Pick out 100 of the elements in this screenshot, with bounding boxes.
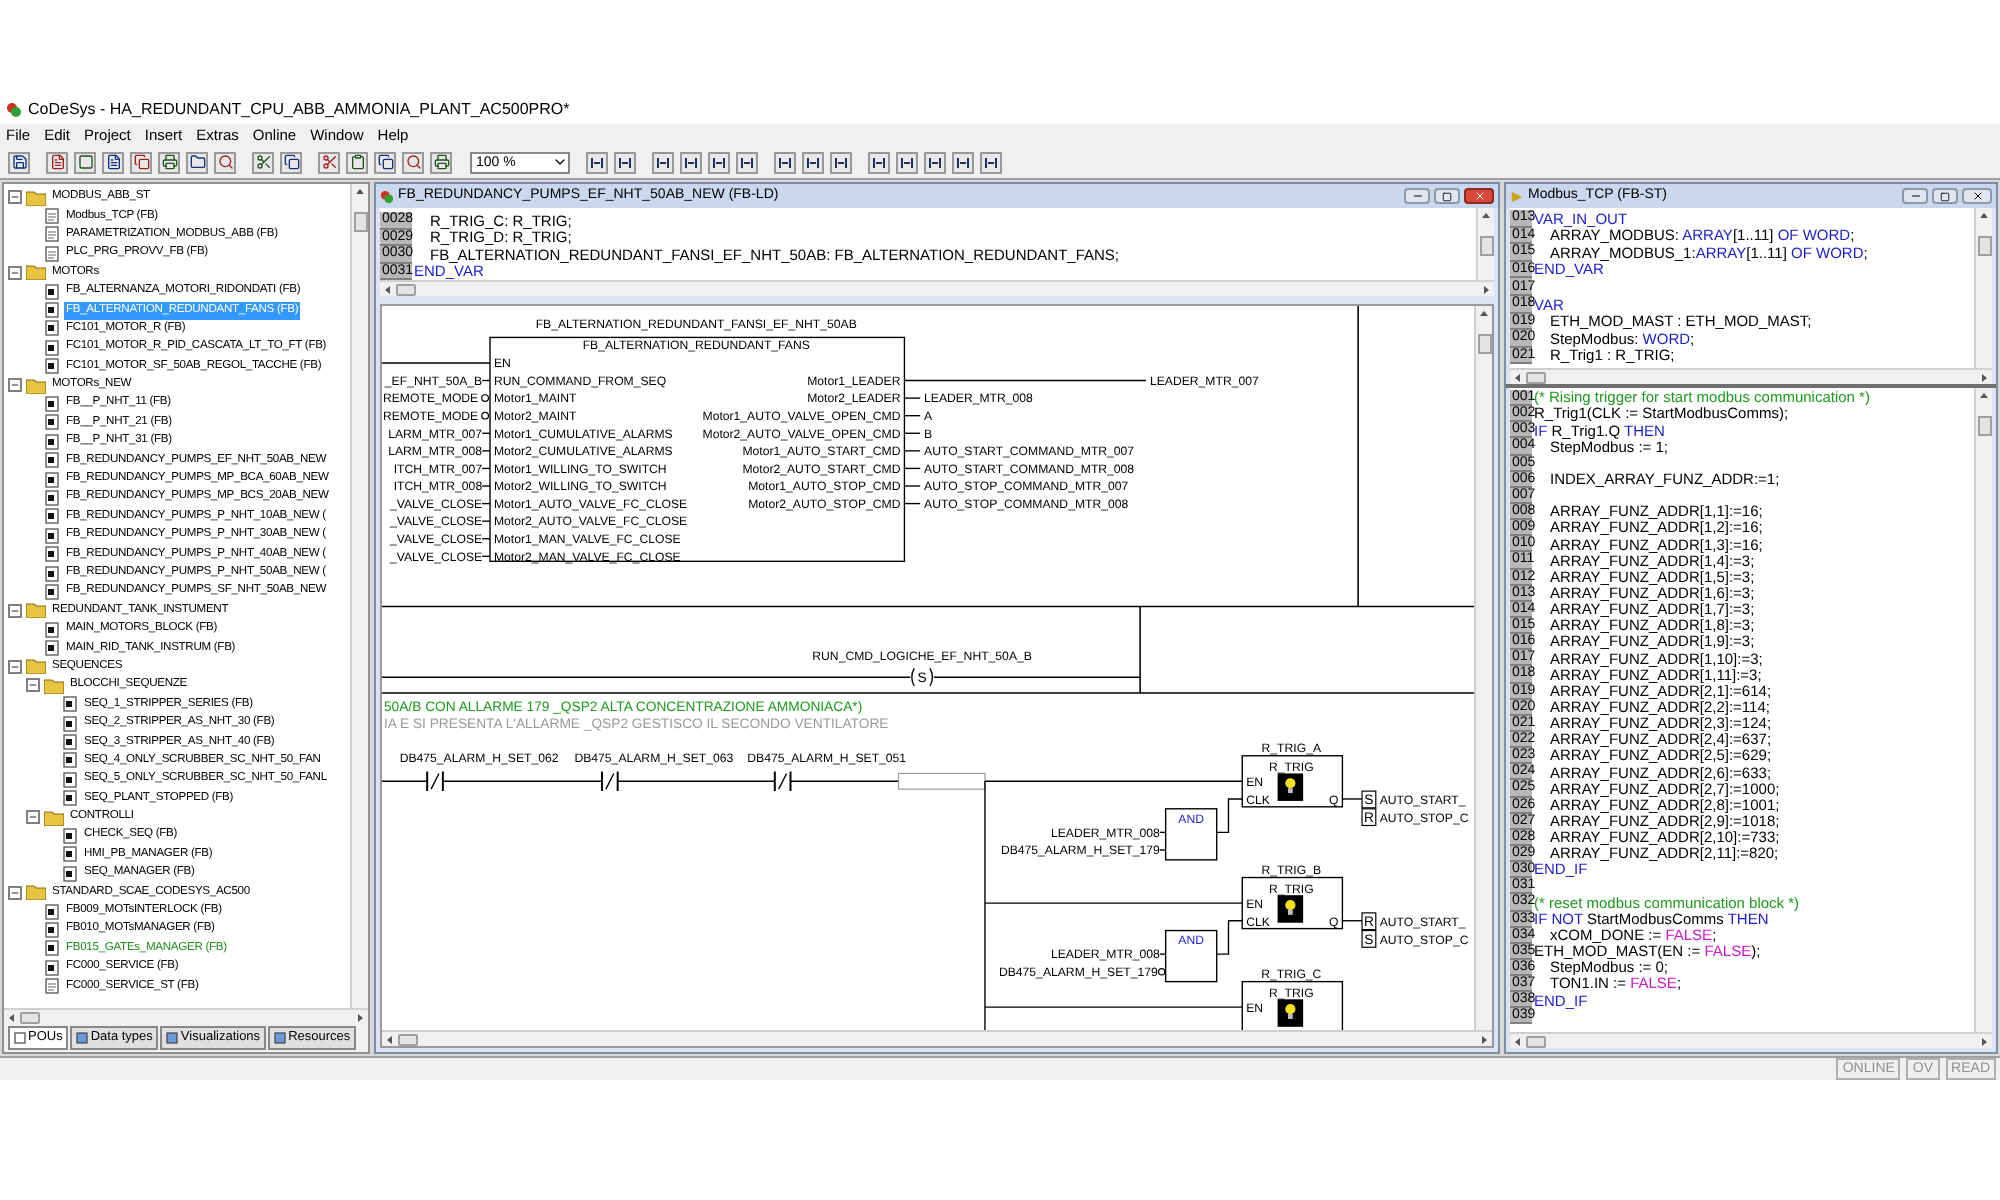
toolbar-icon[interactable] bbox=[102, 151, 124, 173]
wire bbox=[481, 538, 491, 540]
toolbar-icon[interactable] bbox=[980, 151, 1002, 173]
scrollbar-thumb[interactable] bbox=[1479, 236, 1493, 256]
scrollbar-thumb[interactable] bbox=[1526, 1035, 1546, 1047]
wire bbox=[1341, 920, 1363, 922]
wire bbox=[481, 450, 491, 452]
collapse-icon[interactable] bbox=[8, 190, 22, 205]
wire bbox=[481, 485, 491, 487]
restore-icon bbox=[1442, 191, 1452, 201]
toolbar-icon[interactable] bbox=[708, 151, 730, 173]
tab-icon bbox=[14, 1032, 26, 1044]
wire bbox=[1159, 831, 1167, 834]
tab-icon bbox=[166, 1032, 179, 1044]
wire bbox=[481, 555, 491, 557]
toolbar-icon[interactable] bbox=[652, 151, 674, 173]
wire bbox=[481, 467, 491, 470]
selection-frame bbox=[897, 772, 986, 790]
wire bbox=[382, 362, 491, 364]
scroll-up-icon[interactable] bbox=[354, 186, 366, 198]
and-gate bbox=[1164, 808, 1218, 861]
close-button[interactable] bbox=[1962, 188, 1992, 204]
toolbar-icon[interactable] bbox=[158, 151, 180, 173]
toolbar-icon[interactable] bbox=[896, 151, 918, 173]
wire bbox=[481, 432, 491, 434]
toolbar-icon[interactable] bbox=[614, 151, 636, 173]
scrollbar-thumb[interactable] bbox=[1526, 371, 1546, 383]
toolbar-icon[interactable] bbox=[924, 151, 946, 173]
restore-icon bbox=[1940, 191, 1950, 201]
toolbar-icon[interactable] bbox=[130, 151, 152, 173]
collapse-icon[interactable] bbox=[26, 678, 40, 693]
minimize-button[interactable] bbox=[1902, 188, 1928, 204]
folder-icon bbox=[26, 377, 46, 394]
collapse-icon[interactable] bbox=[26, 810, 40, 825]
wire bbox=[1216, 798, 1243, 834]
toolbar-icon[interactable] bbox=[346, 151, 368, 173]
and-gate bbox=[1164, 929, 1218, 983]
app-icon bbox=[380, 189, 394, 203]
lightbulb-icon bbox=[1277, 773, 1304, 801]
toolbar-icon[interactable] bbox=[868, 151, 890, 173]
scrollbar-thumb[interactable] bbox=[1977, 236, 1991, 256]
folder-icon bbox=[26, 189, 46, 206]
scroll-up-icon[interactable] bbox=[1478, 308, 1490, 320]
window-title: CoDeSys - HA_REDUNDANT_CPU_ABB_AMMONIA_PLANT_AC500PRO* bbox=[28, 98, 570, 122]
toolbar-icon[interactable] bbox=[802, 151, 824, 173]
scroll-left-icon[interactable] bbox=[384, 1033, 396, 1045]
folder-icon bbox=[26, 884, 46, 901]
folder-icon bbox=[44, 809, 64, 826]
collapse-icon[interactable] bbox=[8, 378, 22, 393]
lightbulb-icon bbox=[1277, 999, 1304, 1027]
restore-button[interactable] bbox=[1434, 188, 1460, 204]
toolbar-icon[interactable] bbox=[46, 151, 68, 173]
minimize-icon bbox=[1411, 190, 1423, 202]
close-icon bbox=[1473, 190, 1485, 202]
toolbar-icon[interactable] bbox=[402, 151, 424, 173]
toolbar-icon[interactable] bbox=[318, 151, 340, 173]
minimize-icon bbox=[1909, 190, 1921, 202]
toolbar-icon[interactable] bbox=[680, 151, 702, 173]
collapse-icon[interactable] bbox=[8, 603, 22, 618]
toolbar-icon[interactable] bbox=[214, 151, 236, 173]
minimize-button[interactable] bbox=[1404, 188, 1430, 204]
toolbar-icon[interactable] bbox=[586, 151, 608, 173]
folder-icon bbox=[26, 264, 46, 281]
app-icon bbox=[6, 102, 22, 118]
toolbar-icon[interactable] bbox=[774, 151, 796, 173]
dropdown-icon[interactable] bbox=[552, 154, 568, 170]
toolbar-icon[interactable] bbox=[952, 151, 974, 173]
document-icon bbox=[44, 978, 60, 995]
tab-icon bbox=[274, 1032, 287, 1044]
wire bbox=[481, 502, 491, 505]
scrollbar-thumb[interactable] bbox=[20, 1011, 40, 1023]
scrollbar-thumb[interactable] bbox=[353, 212, 367, 232]
scrollbar-thumb[interactable] bbox=[1477, 334, 1491, 354]
folder-icon bbox=[26, 602, 46, 619]
scroll-left-icon[interactable] bbox=[1512, 1035, 1524, 1047]
toolbar-icon[interactable] bbox=[280, 151, 302, 173]
wire bbox=[1216, 920, 1243, 955]
collapse-icon[interactable] bbox=[8, 265, 22, 280]
scrollbar-thumb[interactable] bbox=[398, 1033, 418, 1045]
wire bbox=[1159, 849, 1167, 851]
collapse-icon[interactable] bbox=[8, 659, 22, 674]
restore-button[interactable] bbox=[1932, 188, 1958, 204]
wire bbox=[1159, 953, 1167, 955]
toolbar-icon[interactable] bbox=[374, 151, 396, 173]
toolbar-icon[interactable] bbox=[186, 151, 208, 173]
toolbar-icon[interactable] bbox=[8, 151, 30, 173]
tab-icon bbox=[76, 1032, 89, 1044]
toolbar-icon[interactable] bbox=[830, 151, 852, 173]
toolbar-icon[interactable] bbox=[736, 151, 758, 173]
wire bbox=[1341, 798, 1363, 800]
wire bbox=[481, 379, 491, 382]
scrollbar-thumb[interactable] bbox=[396, 283, 416, 295]
close-button[interactable] bbox=[1464, 188, 1494, 204]
toolbar-icon[interactable] bbox=[252, 151, 274, 173]
collapse-icon[interactable] bbox=[8, 885, 22, 900]
scrollbar-thumb[interactable] bbox=[1977, 416, 1991, 436]
close-icon bbox=[1971, 190, 1983, 202]
lightbulb-icon bbox=[1277, 895, 1304, 923]
wire bbox=[481, 520, 491, 522]
toolbar-icon[interactable] bbox=[430, 151, 452, 173]
